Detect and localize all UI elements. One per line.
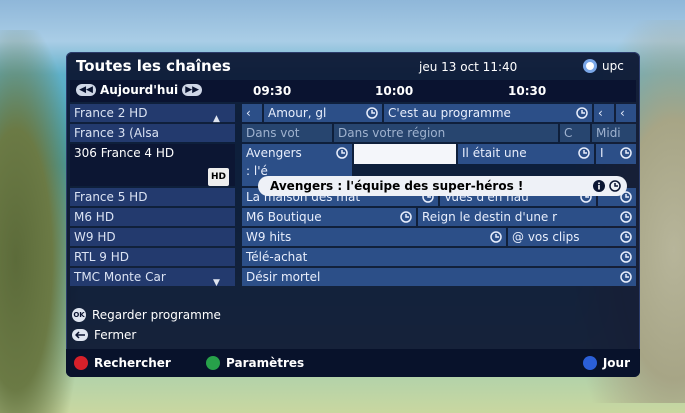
channel-name-selected[interactable]: 306 France 4 HD HD: [70, 144, 235, 186]
watch-program-action[interactable]: OK Regarder programme: [72, 305, 221, 325]
next-day-icon[interactable]: ▶▶: [182, 84, 203, 96]
program-cell[interactable]: @ vos clips: [508, 228, 636, 246]
program-cell[interactable]: Reign le destin d'une r: [418, 208, 636, 226]
program-tooltip: Avengers : l'équipe des super-héros !: [258, 176, 627, 196]
replay-icon: [620, 271, 632, 283]
day-label: Aujourd'hui: [100, 83, 179, 97]
replay-icon: [400, 211, 412, 223]
channel-name[interactable]: M6 HD: [70, 208, 235, 226]
program-cell[interactable]: Il était une: [458, 144, 594, 164]
channel-row: France 3 (Alsa Dans vot Dans votre régio…: [70, 124, 636, 142]
program-cell[interactable]: Dans vot: [242, 124, 332, 142]
brand-logo: upc: [582, 58, 624, 74]
program-cell[interactable]: ‹: [242, 104, 262, 122]
channel-row: TMC Monte Car ▼ Désir mortel: [70, 268, 636, 288]
program-cell[interactable]: ‹: [594, 104, 614, 122]
program-cell[interactable]: I: [596, 144, 636, 164]
program-cell[interactable]: ‹: [616, 104, 636, 122]
hd-badge: HD: [207, 168, 229, 186]
channel-name[interactable]: France 3 (Alsa: [70, 124, 235, 142]
upc-logo-icon: [583, 59, 597, 73]
program-cell[interactable]: C'est au programme: [384, 104, 592, 122]
color-key-bar: Rechercher Paramètres Jour: [66, 349, 640, 377]
search-button[interactable]: Rechercher: [74, 356, 171, 370]
program-grid: France 2 HD ▲ ‹ Amour, gl C'est au progr…: [70, 104, 636, 304]
settings-button[interactable]: Paramètres: [206, 356, 304, 370]
replay-icon: [576, 107, 588, 119]
channel-row: W9 HD W9 hits @ vos clips: [70, 228, 636, 246]
time-slot-1000: 10:00: [375, 84, 414, 98]
channel-name[interactable]: France 5 HD: [70, 188, 235, 206]
replay-icon: [620, 251, 632, 263]
scroll-down-icon[interactable]: ▼: [213, 274, 220, 292]
prev-icon: ‹: [598, 106, 603, 120]
info-icon: [593, 180, 605, 192]
channel-row: M6 HD M6 Boutique Reign le destin d'une …: [70, 208, 636, 226]
program-cell[interactable]: Amour, gl: [264, 104, 382, 122]
back-key-icon: [72, 329, 88, 341]
prev-day-icon[interactable]: ◀◀: [76, 84, 96, 96]
channel-row: France 2 HD ▲ ‹ Amour, gl C'est au progr…: [70, 104, 636, 124]
channel-row: RTL 9 HD Télé-achat: [70, 248, 636, 266]
program-cell[interactable]: Dans votre région: [334, 124, 558, 142]
timebar: ◀◀ Aujourd'hui ▶▶ 09:30 10:00 10:30: [70, 80, 636, 102]
watch-program-label: Regarder programme: [92, 308, 221, 322]
program-cell[interactable]: Midi: [592, 124, 636, 142]
program-cell[interactable]: C: [560, 124, 590, 142]
header: Toutes les chaînes jeu 13 oct 11:40 upc: [66, 52, 640, 82]
close-action[interactable]: Fermer: [72, 325, 221, 345]
program-cell[interactable]: Désir mortel: [242, 268, 636, 286]
blue-key-icon: [582, 356, 597, 370]
replay-icon: [578, 147, 590, 159]
close-label: Fermer: [94, 328, 137, 342]
program-cell[interactable]: M6 Boutique: [242, 208, 416, 226]
time-slot-1030: 10:30: [508, 84, 547, 98]
green-key-icon: [206, 356, 220, 370]
epg-window: Toutes les chaînes jeu 13 oct 11:40 upc …: [66, 52, 640, 377]
day-button[interactable]: Jour: [582, 356, 630, 370]
brand-name: upc: [602, 59, 624, 73]
program-cell[interactable]: [354, 144, 456, 164]
channel-name[interactable]: TMC Monte Car ▼: [70, 268, 235, 288]
red-key-icon: [74, 356, 88, 370]
prev-icon: ‹: [246, 106, 251, 120]
program-cell[interactable]: W9 hits: [242, 228, 506, 246]
time-slot-0930: 09:30: [253, 84, 292, 98]
replay-icon: [490, 231, 502, 243]
channel-name[interactable]: France 2 HD ▲: [70, 104, 235, 124]
page-title: Toutes les chaînes: [76, 57, 231, 75]
prev-icon: ‹: [620, 106, 625, 120]
replay-icon: [609, 180, 621, 192]
replay-icon: [366, 107, 378, 119]
channel-name[interactable]: RTL 9 HD: [70, 248, 235, 266]
datetime: jeu 13 oct 11:40: [419, 60, 518, 74]
day-selector[interactable]: ◀◀ Aujourd'hui ▶▶: [76, 83, 203, 97]
replay-icon: [620, 211, 632, 223]
actions: OK Regarder programme Fermer: [72, 305, 221, 345]
replay-icon: [620, 231, 632, 243]
channel-name[interactable]: W9 HD: [70, 228, 235, 246]
program-cell[interactable]: Télé-achat: [242, 248, 636, 266]
replay-icon: [336, 147, 348, 159]
replay-icon: [620, 147, 632, 159]
ok-key-icon: OK: [72, 308, 86, 322]
